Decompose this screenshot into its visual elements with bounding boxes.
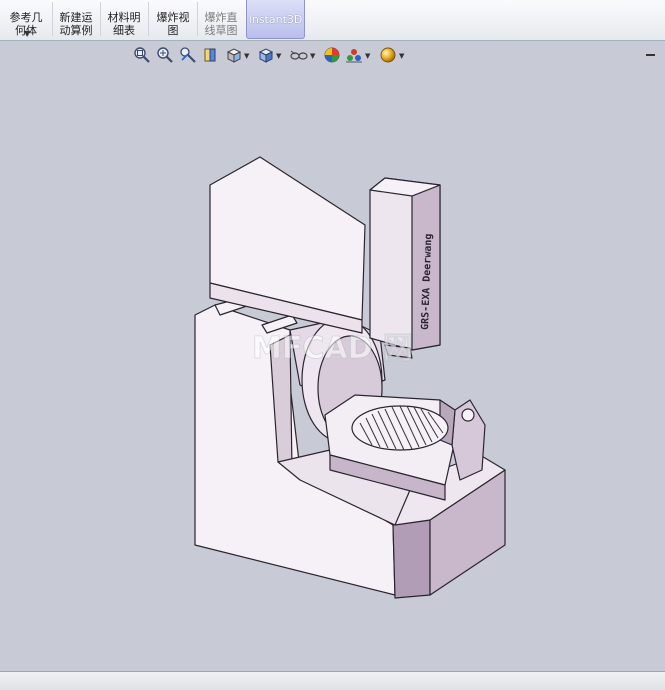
exploded-view-label: 爆炸视 图: [156, 11, 190, 37]
chevron-down-icon[interactable]: ▼: [24, 27, 30, 40]
instant3d-label: Instant3D: [248, 13, 303, 26]
graphics-viewport[interactable]: ▼ ▼ ▼ ▼ ▼ GRS-EXA Deerwang MFCAD 网: [0, 41, 665, 671]
bill-of-materials-label: 材料明 细表: [107, 11, 141, 37]
reference-geometry-button[interactable]: 参考几 何体 ▼: [2, 0, 50, 40]
instant3d-button[interactable]: Instant3D: [246, 0, 305, 39]
new-motion-study-button[interactable]: 新建运 动算例: [54, 0, 98, 40]
ribbon-separator: [197, 2, 198, 36]
new-motion-study-label: 新建运 动算例: [59, 11, 93, 37]
exploded-view-button[interactable]: 爆炸视 图: [150, 0, 196, 40]
bill-of-materials-button[interactable]: 材料明 细表: [102, 0, 146, 40]
explode-line-sketch-label: 爆炸直 线草图: [204, 11, 238, 37]
watermark-text: MFCAD 网: [252, 331, 413, 366]
status-strip: [0, 671, 665, 690]
explode-line-sketch-button[interactable]: 爆炸直 线草图: [199, 0, 243, 40]
machine-model[interactable]: GRS-EXA Deerwang MFCAD 网: [0, 41, 665, 671]
ribbon-separator: [100, 2, 101, 36]
command-manager-ribbon: 参考几 何体 ▼ 新建运 动算例 材料明 细表 爆炸视 图 爆炸直 线草图 In…: [0, 0, 665, 41]
ribbon-separator: [148, 2, 149, 36]
ribbon-separator: [52, 2, 53, 36]
